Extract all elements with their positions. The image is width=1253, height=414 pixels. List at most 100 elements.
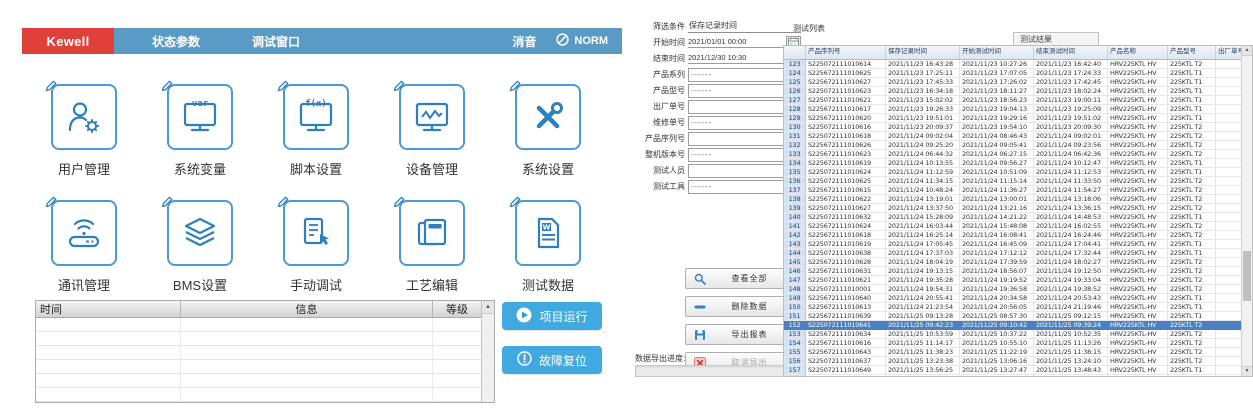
grid-row[interactable]: 134S2256721110106192021/11/24 10:13:5520… bbox=[784, 159, 1243, 168]
grid-row[interactable]: 136S2250721110106252021/11/24 11:34:1520… bbox=[784, 177, 1243, 186]
grid-row[interactable]: 137S2256721110106152021/11/24 10:48:2420… bbox=[784, 186, 1243, 195]
grid-scrollbar[interactable]: ▲ ▼ bbox=[1241, 46, 1252, 376]
grid-row[interactable]: 132S2256721110106262021/11/24 09:25:2020… bbox=[784, 141, 1243, 150]
tile-doc-hand[interactable]: 手动调试 bbox=[258, 200, 374, 294]
fault-reset-button[interactable]: 故障复位 bbox=[502, 346, 602, 374]
grid-row[interactable]: 141S2256721110106242021/11/24 16:03:4420… bbox=[784, 222, 1243, 231]
message-log-cell bbox=[181, 388, 433, 401]
grid-row[interactable]: 124S2256721110106252021/11/23 17:25:1120… bbox=[784, 69, 1243, 78]
filter-field-5: 维修单号------▼ bbox=[633, 116, 801, 129]
message-log-scrollbar[interactable]: ▲ bbox=[481, 301, 494, 402]
tile-folder-doc[interactable]: 工艺编辑 bbox=[374, 200, 490, 294]
grid-row[interactable]: 135S2250721110106242021/11/24 11:12:5920… bbox=[784, 168, 1243, 177]
scroll-up-icon[interactable]: ▲ bbox=[1242, 46, 1252, 56]
grid-row[interactable]: 146S2256721110106312021/11/24 19:13:1520… bbox=[784, 267, 1243, 276]
grid-row[interactable]: 128S2256721110106172021/11/23 19:26:3320… bbox=[784, 105, 1243, 114]
tile-monitor-fx[interactable]: f(x)脚本设置 bbox=[258, 84, 374, 178]
grid-row[interactable]: 140S2250721110106322021/11/24 15:28:0920… bbox=[784, 213, 1243, 222]
filter-condition-row: 筛选条件 保存记录时间 bbox=[633, 20, 801, 33]
grid-cell bbox=[1216, 69, 1243, 77]
grid-row[interactable]: 125S2256721110106272021/11/23 17:45:3320… bbox=[784, 78, 1243, 87]
message-log-cell bbox=[36, 374, 181, 387]
grid-cell: 140 bbox=[784, 213, 806, 221]
nav-tab-2[interactable]: 调试窗口 bbox=[252, 33, 300, 50]
tile-doc-w[interactable]: W测试数据 bbox=[490, 200, 606, 294]
tile-monitor-wave[interactable]: 设备管理 bbox=[374, 84, 490, 178]
grid-row[interactable]: 144S2250721110106382021/11/24 17:37:0320… bbox=[784, 249, 1243, 258]
project-run-button[interactable]: 项目运行 bbox=[502, 302, 602, 330]
grid-row[interactable]: 153S2256721110106342021/11/25 10:53:5920… bbox=[784, 330, 1243, 339]
export-icon bbox=[694, 329, 708, 341]
grid-cell: 2021/11/24 10:13:55 bbox=[886, 159, 960, 167]
grid-row[interactable]: 123S2250721110106142021/11/23 16:43:2820… bbox=[784, 60, 1243, 69]
filter-field-label: 产品系列 bbox=[633, 69, 685, 80]
grid-cell: 158 bbox=[784, 375, 806, 377]
grid-cell: 2021/11/24 09:05:41 bbox=[960, 141, 1034, 149]
grid-cell: 2021/11/24 11:54:27 bbox=[1034, 186, 1108, 194]
grid-cell: 150 bbox=[784, 303, 806, 311]
date-value[interactable]: 2021/12/30 10:30 bbox=[688, 53, 784, 64]
grid-row[interactable]: 143S2250721110106192021/11/24 17:05:4520… bbox=[784, 240, 1243, 249]
grid-cell: 148 bbox=[784, 285, 806, 293]
grid-cell: 2021/11/24 14:21:22 bbox=[960, 213, 1034, 221]
grid-cell: 2021/11/24 19:13:15 bbox=[886, 267, 960, 275]
grid-cell: 2021/11/24 20:56:05 bbox=[960, 303, 1034, 311]
filter-field-label: 维修单号 bbox=[633, 117, 685, 128]
tile-router[interactable]: 通讯管理 bbox=[26, 200, 142, 294]
filter-condition-value[interactable]: 保存记录时间 bbox=[688, 20, 801, 33]
grid-row[interactable]: 129S2256721110106202021/11/23 19:51:0120… bbox=[784, 114, 1243, 123]
mute-button[interactable]: 消音 bbox=[512, 33, 536, 50]
grid-row[interactable]: 142S2256721110106182021/11/24 16:25:1420… bbox=[784, 231, 1243, 240]
grid-row[interactable]: 149S2256721110106402021/11/24 20:55:4120… bbox=[784, 294, 1243, 303]
nav-tab-1[interactable]: 状态参数 bbox=[152, 33, 200, 50]
grid-cell: 133 bbox=[784, 150, 806, 158]
grid-row[interactable]: 155S2256721110106432021/11/25 11:38:2320… bbox=[784, 348, 1243, 357]
grid-row[interactable]: 147S2250721110106212021/11/24 19:35:2820… bbox=[784, 276, 1243, 285]
grid-row[interactable]: 152S2250721110106412021/11/25 09:42:2320… bbox=[784, 321, 1243, 330]
tile-tools[interactable]: 系统设置 bbox=[490, 84, 606, 178]
scroll-down-icon[interactable]: ▼ bbox=[1242, 366, 1252, 376]
grid-row[interactable]: 150S2256721110106132021/11/24 21:23:5420… bbox=[784, 303, 1243, 312]
grid-cell: 225KTL T2 bbox=[1168, 60, 1216, 68]
grid-cell: S225672111010634 bbox=[806, 330, 886, 338]
grid-cell: 2021/11/25 10:52:35 bbox=[1034, 330, 1108, 338]
grid-cell: 126 bbox=[784, 87, 806, 95]
grid-row[interactable]: 151S2256721110106392021/11/25 09:13:2820… bbox=[784, 312, 1243, 321]
grid-cell: 2021/11/25 11:14:17 bbox=[886, 339, 960, 347]
grid-row[interactable]: 133S2256721110106232021/11/24 06:44:3220… bbox=[784, 150, 1243, 159]
grid-row[interactable]: 148S2250721110100012021/11/24 19:54:3120… bbox=[784, 285, 1243, 294]
grid-row[interactable]: 127S2250721110106212021/11/23 15:02:0220… bbox=[784, 96, 1243, 105]
date-value[interactable]: 2021/01/01 00:00 bbox=[688, 37, 784, 48]
grid-cell: S225672111010625 bbox=[806, 69, 886, 77]
grid-row[interactable]: 126S2250721110106232021/11/23 16:34:1820… bbox=[784, 87, 1243, 96]
grid-cell: HRV225KTL HV bbox=[1108, 96, 1168, 104]
scrollbar-thumb[interactable] bbox=[1243, 251, 1251, 301]
grid-cell: HRV225KTL-HV bbox=[1108, 114, 1168, 122]
grid-cell: 156 bbox=[784, 357, 806, 365]
grid-cell: 2021/11/23 16:34:18 bbox=[886, 87, 960, 95]
tile-layers[interactable]: BMS设置 bbox=[142, 200, 258, 294]
grid-row[interactable]: 156S2250721110106372021/11/25 13:23:3820… bbox=[784, 357, 1243, 366]
tile-user-gear[interactable]: 用户管理 bbox=[26, 84, 142, 178]
grid-cell: 2021/11/24 13:18:06 bbox=[1034, 195, 1108, 203]
grid-row[interactable]: 158S2256721110106452021/11/25 14:51:3220… bbox=[784, 375, 1243, 377]
grid-cell: 2021/11/24 15:28:09 bbox=[886, 213, 960, 221]
scroll-up-icon[interactable]: ▲ bbox=[482, 301, 494, 314]
grid-row[interactable]: 154S2256721110106162021/11/25 11:14:1720… bbox=[784, 339, 1243, 348]
grid-row[interactable]: 138S2256721110106222021/11/24 13:19:0120… bbox=[784, 195, 1243, 204]
grid-row[interactable]: 145S2256721110106282021/11/24 18:04:1920… bbox=[784, 258, 1243, 267]
top-navbar: Kewell 状态参数调试窗口 消音 NORM bbox=[22, 28, 622, 54]
grid-cell: 2021/11/24 13:37:50 bbox=[886, 204, 960, 212]
grid-cell: 2021/11/24 16:02:55 bbox=[1034, 222, 1108, 230]
grid-cell: 132 bbox=[784, 141, 806, 149]
tile-monitor-var[interactable]: var系统变量 bbox=[142, 84, 258, 178]
grid-row[interactable]: 130S2250721110106162021/11/23 20:09:3720… bbox=[784, 123, 1243, 132]
grid-cell bbox=[1216, 366, 1243, 374]
grid-row[interactable]: 139S2250721110106272021/11/24 13:37:5020… bbox=[784, 204, 1243, 213]
grid-row[interactable]: 157S2250721110106492021/11/25 13:56:2520… bbox=[784, 366, 1243, 375]
grid-cell: 225KTL T1 bbox=[1168, 96, 1216, 104]
grid-cell: S225072111010638 bbox=[806, 249, 886, 257]
grid-row[interactable]: 131S2250721110106182021/11/24 09:02:0420… bbox=[784, 132, 1243, 141]
grid-cell bbox=[1216, 195, 1243, 203]
message-log-cell bbox=[433, 388, 481, 401]
